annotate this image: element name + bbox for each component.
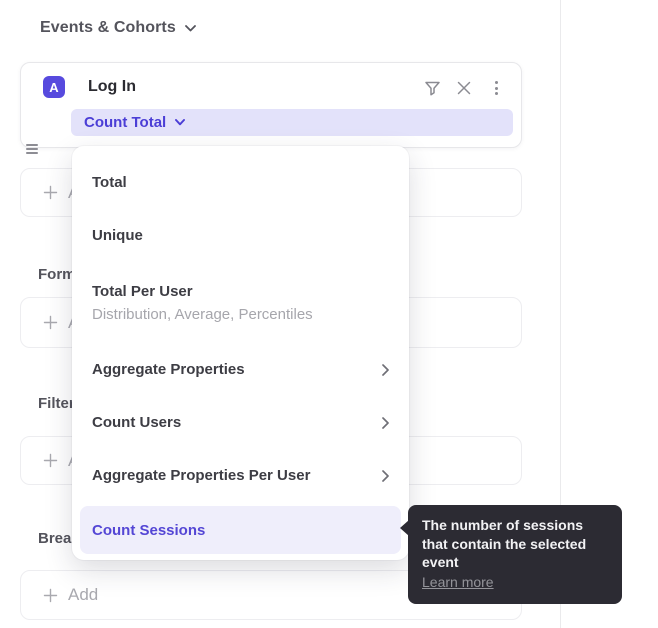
tooltip-text: event [422, 553, 608, 572]
tooltip-text: The number of sessions [422, 516, 608, 535]
plus-icon [43, 185, 58, 200]
drag-handle-icon[interactable] [26, 144, 38, 154]
events-cohorts-header[interactable]: Events & Cohorts [40, 19, 196, 37]
menu-item-aggregate-properties[interactable]: Aggregate Properties [80, 343, 401, 396]
chevron-right-icon [382, 470, 389, 482]
measurement-value: Count Total [84, 114, 166, 131]
count-sessions-tooltip: The number of sessions that contain the … [408, 505, 622, 604]
event-letter-badge: A [43, 76, 65, 98]
kebab-menu-icon[interactable] [484, 78, 508, 98]
filter-icon[interactable] [420, 78, 444, 98]
tooltip-text: that contain the selected [422, 535, 608, 554]
menu-item-count-sessions[interactable]: Count Sessions [80, 506, 401, 554]
menu-item-label: Aggregate Properties [92, 361, 245, 378]
menu-item-unique[interactable]: Unique [80, 209, 401, 262]
menu-item-total[interactable]: Total [80, 156, 401, 209]
close-icon[interactable] [452, 78, 476, 98]
event-card-log-in: A Log In Count Total [20, 62, 522, 148]
page-title: Events & Cohorts [40, 19, 176, 37]
chevron-down-icon [175, 119, 185, 126]
menu-item-total-per-user[interactable]: Total Per User Distribution, Average, Pe… [80, 262, 401, 343]
menu-item-label: Aggregate Properties Per User [92, 467, 310, 484]
measurement-dropdown[interactable]: Count Total [71, 109, 513, 136]
chevron-right-icon [382, 364, 389, 376]
plus-icon [43, 588, 58, 603]
menu-item-label: Count Users [92, 414, 181, 431]
chevron-right-icon [382, 417, 389, 429]
menu-item-count-users[interactable]: Count Users [80, 396, 401, 449]
measurement-menu: Total Unique Total Per User Distribution… [72, 146, 409, 560]
tooltip-arrow [400, 520, 409, 536]
menu-item-label: Total Per User [92, 283, 193, 300]
menu-item-aggregate-properties-per-user[interactable]: Aggregate Properties Per User [80, 449, 401, 502]
menu-item-label: Total [92, 174, 127, 191]
menu-item-sublabel: Distribution, Average, Percentiles [92, 306, 313, 323]
plus-icon [43, 453, 58, 468]
add-breakdown-label: Add [68, 585, 98, 605]
menu-item-label: Count Sessions [92, 522, 205, 539]
query-builder-panel: Events & Cohorts Add Formulas Add Filter… [0, 0, 658, 628]
plus-icon [43, 315, 58, 330]
menu-item-label: Unique [92, 227, 143, 244]
chevron-down-icon [185, 25, 196, 32]
event-name[interactable]: Log In [88, 76, 136, 98]
learn-more-link[interactable]: Learn more [422, 574, 494, 590]
